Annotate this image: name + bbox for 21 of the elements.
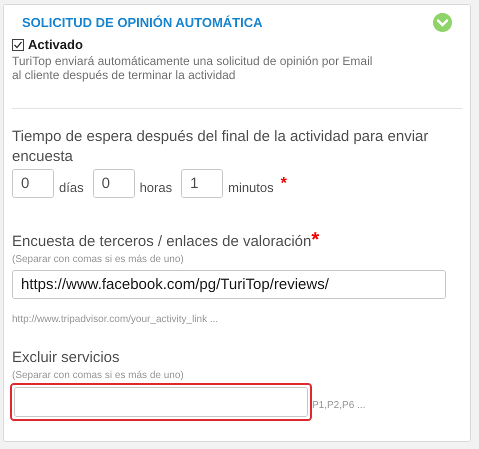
checkbox[interactable]: [12, 38, 24, 50]
required-mark: *: [280, 174, 287, 192]
description: TuriTop enviará automáticamente una solicitud de opinión por Email al cliente después de terminar la actividad: [12, 54, 374, 82]
field-label: Excluir servicios: [12, 348, 121, 368]
url-field[interactable]: https://www.facebook.com/pg/TuriTop/reviews/: [12, 270, 446, 299]
example-text: P1,P2,P6 ...: [312, 400, 366, 413]
field-label: Encuesta de terceros / enlaces de valoración*: [12, 230, 320, 252]
number-field[interactable]: 0: [12, 169, 54, 198]
field-hint: (Separar con comas si es más de uno): [12, 254, 185, 265]
unit-label: horas: [140, 180, 172, 197]
number-field[interactable]: 0: [92, 169, 135, 198]
chevron-icon[interactable]: [433, 12, 452, 32]
example-text: http://www.tripadvisor.com/your_activity_link ...: [12, 314, 220, 325]
field-hint: (Separar con comas si es más de uno): [12, 370, 185, 381]
required-mark: *: [311, 229, 320, 251]
unit-label: minutos: [228, 180, 274, 197]
number-field[interactable]: 1: [181, 169, 224, 198]
checkbox-label: Activado: [28, 37, 83, 52]
panel-title: SOLICITUD DE OPINIÓN AUTOMÁTICA: [21, 14, 262, 30]
unit-label: días: [59, 180, 84, 197]
field-label: Tiempo de espera después del final de la actividad para enviar encuesta: [12, 127, 430, 167]
